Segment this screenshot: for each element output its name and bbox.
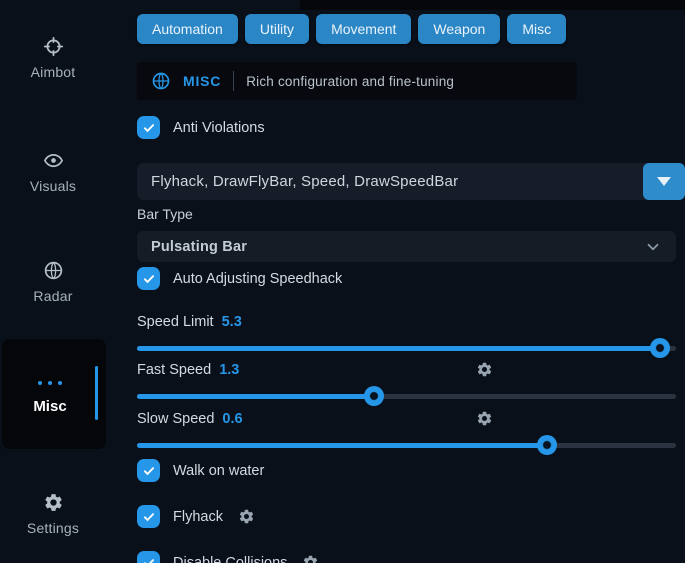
sidebar-item-settings[interactable]: Settings — [0, 492, 106, 538]
eye-icon — [43, 150, 64, 171]
ellipsis-icon — [2, 372, 98, 390]
bar-flags-select[interactable]: Flyhack, DrawFlyBar, Speed, DrawSpeedBar — [137, 163, 685, 200]
category-tabs: Automation Utility Movement Weapon Misc — [137, 14, 566, 44]
checkbox-label: Flyhack — [173, 509, 223, 525]
sidebar-item-aimbot[interactable]: Aimbot — [0, 36, 106, 82]
slider-track[interactable] — [137, 346, 676, 351]
flyhack-toggle[interactable]: Flyhack — [137, 505, 255, 528]
sidebar-item-label: Radar — [33, 288, 72, 304]
tab-utility[interactable]: Utility — [245, 14, 309, 44]
sidebar-item-radar[interactable]: Radar — [0, 260, 106, 306]
speed-limit-label: Speed Limit 5.3 — [137, 314, 676, 330]
gear-icon[interactable] — [302, 554, 319, 563]
fast-speed-slider[interactable] — [137, 386, 676, 406]
bar-type-select[interactable]: Pulsating Bar — [137, 231, 676, 262]
bar-type-label: Bar Type — [137, 206, 193, 222]
tab-misc[interactable]: Misc — [507, 14, 566, 44]
slow-speed-label: Slow Speed 0.6 — [137, 411, 676, 427]
checkbox-label: Anti Violations — [173, 120, 265, 136]
gear-icon[interactable] — [476, 410, 493, 427]
sidebar-item-label: Settings — [27, 520, 79, 536]
gear-icon[interactable] — [238, 508, 255, 525]
chevron-down-icon — [644, 238, 662, 256]
slow-speed-slider[interactable] — [137, 435, 676, 455]
section-title: MISC — [183, 73, 221, 89]
tab-movement[interactable]: Movement — [316, 14, 411, 44]
slider-fill — [137, 346, 660, 351]
slider-name: Slow Speed — [137, 411, 214, 427]
speed-limit-slider[interactable] — [137, 338, 676, 358]
slider-fill — [137, 443, 547, 448]
sidebar-item-label: Misc — [2, 398, 98, 415]
tab-automation[interactable]: Automation — [137, 14, 238, 44]
slider-name: Speed Limit — [137, 314, 214, 330]
triangle-down-icon — [657, 177, 671, 186]
slider-thumb[interactable] — [364, 386, 384, 406]
section-subtitle: Rich configuration and fine-tuning — [246, 74, 454, 89]
globe-icon — [43, 260, 64, 281]
slider-name: Fast Speed — [137, 362, 211, 378]
globe-icon — [151, 71, 171, 91]
anti-violations-toggle[interactable]: Anti Violations — [137, 116, 265, 139]
walk-on-water-toggle[interactable]: Walk on water — [137, 459, 264, 482]
main-content: Automation Utility Movement Weapon Misc … — [137, 0, 685, 563]
checkbox-checked[interactable] — [137, 267, 160, 290]
slider-value: 1.3 — [219, 362, 239, 378]
sidebar-item-misc-active[interactable]: Misc — [2, 339, 106, 449]
bar-type-value: Pulsating Bar — [151, 239, 247, 255]
fast-speed-label: Fast Speed 1.3 — [137, 362, 676, 378]
slider-track[interactable] — [137, 443, 676, 448]
checkbox-label: Disable Collisions — [173, 555, 287, 563]
slider-thumb[interactable] — [537, 435, 557, 455]
checkbox-checked[interactable] — [137, 459, 160, 482]
checkbox-label: Auto Adjusting Speedhack — [173, 271, 342, 287]
section-header: MISC Rich configuration and fine-tuning — [137, 62, 577, 100]
sidebar-item-label: Visuals — [30, 178, 76, 194]
checkbox-checked[interactable] — [137, 551, 160, 563]
checkbox-checked[interactable] — [137, 116, 160, 139]
slider-value: 5.3 — [222, 314, 242, 330]
active-indicator-bar — [95, 366, 98, 420]
dropdown-open-button[interactable] — [643, 163, 685, 200]
slider-value: 0.6 — [222, 411, 242, 427]
tab-weapon[interactable]: Weapon — [418, 14, 500, 44]
bar-flags-value: Flyhack, DrawFlyBar, Speed, DrawSpeedBar — [137, 173, 643, 190]
slider-thumb[interactable] — [650, 338, 670, 358]
sidebar: Aimbot Visuals Radar Misc Settings — [0, 0, 130, 563]
checkbox-checked[interactable] — [137, 505, 160, 528]
slider-track[interactable] — [137, 394, 676, 399]
disable-collisions-toggle[interactable]: Disable Collisions — [137, 551, 319, 563]
gear-icon — [43, 492, 64, 513]
auto-adjusting-speedhack-toggle[interactable]: Auto Adjusting Speedhack — [137, 267, 342, 290]
gear-icon[interactable] — [476, 361, 493, 378]
divider — [233, 71, 234, 91]
slider-fill — [137, 394, 374, 399]
sidebar-item-visuals[interactable]: Visuals — [0, 150, 106, 196]
sidebar-item-label: Aimbot — [31, 64, 76, 80]
checkbox-label: Walk on water — [173, 463, 264, 479]
crosshair-icon — [43, 36, 64, 57]
